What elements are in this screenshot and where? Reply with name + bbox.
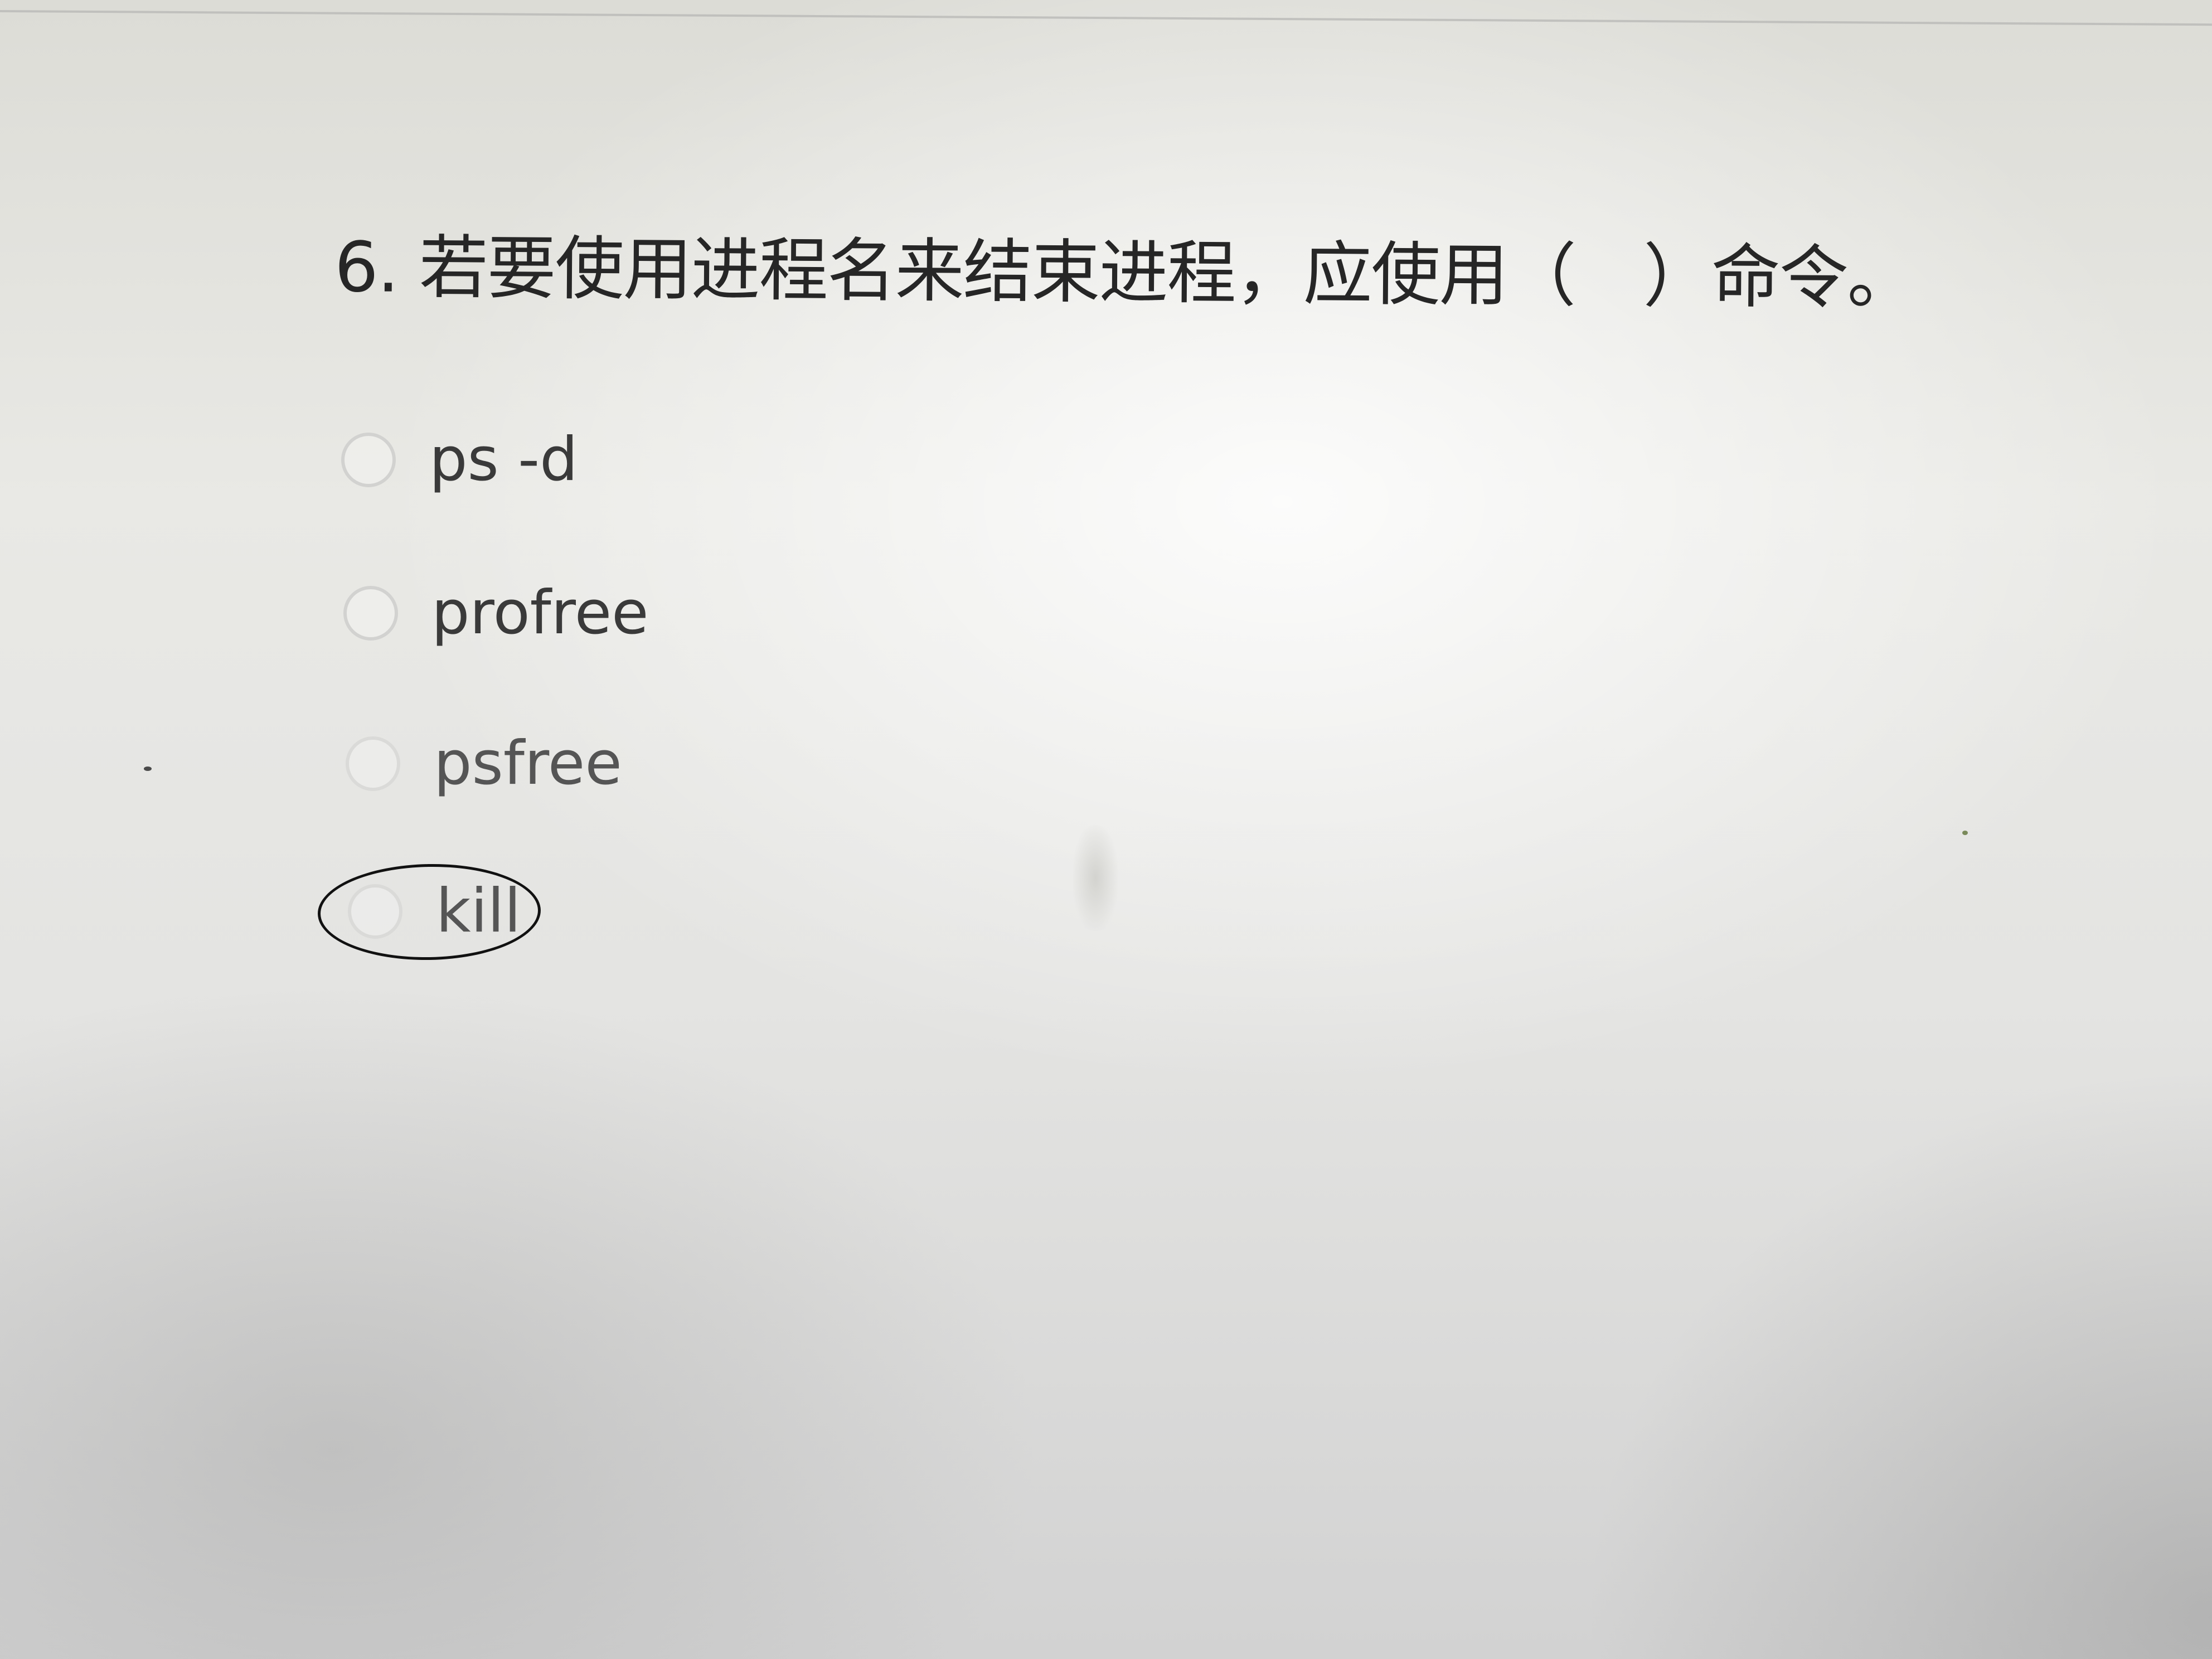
option-label[interactable]: ps -d	[429, 424, 578, 496]
radio-button-icon[interactable]	[348, 884, 402, 939]
option-label[interactable]: psfree	[434, 727, 622, 800]
option-b[interactable]: profree	[343, 577, 649, 649]
option-d[interactable]: kill	[348, 875, 521, 948]
radio-button-icon[interactable]	[343, 586, 398, 641]
radio-button-icon[interactable]	[341, 433, 396, 487]
option-label[interactable]: profree	[431, 577, 649, 649]
question-card: 6. 若要使用进程名来结束进程，应使用（ ）命令。 ps -d profree …	[0, 0, 2212, 1659]
radio-button-icon[interactable]	[346, 736, 400, 791]
option-c[interactable]: psfree	[346, 727, 622, 800]
answer-options: ps -d profree psfree kill	[0, 0, 2212, 1659]
option-a[interactable]: ps -d	[341, 424, 578, 496]
option-label[interactable]: kill	[436, 875, 521, 948]
